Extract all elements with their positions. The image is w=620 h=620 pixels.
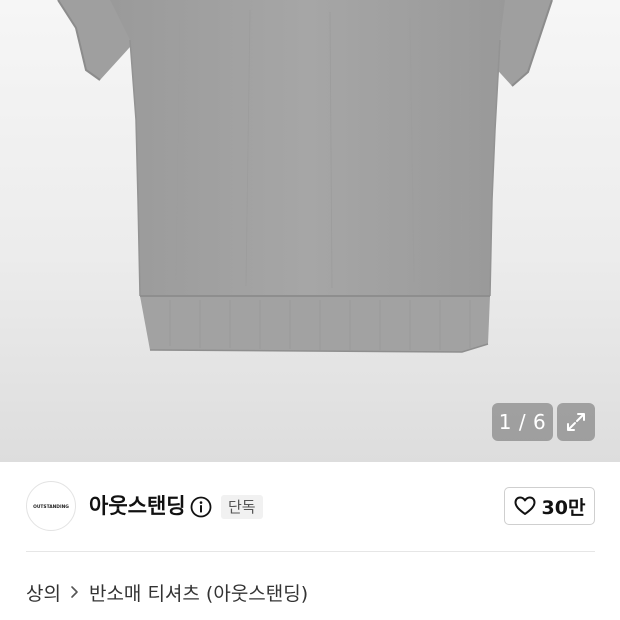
like-button[interactable]: 30만 [504, 487, 595, 525]
divider [26, 551, 595, 552]
like-count: 30만 [541, 496, 586, 519]
brand-row: OUTSTANDING 아웃스탠딩 단독 30만 [0, 462, 620, 552]
breadcrumb-item-subcategory[interactable]: 반소매 티셔츠 (아웃스탠딩) [89, 579, 308, 606]
expand-arrows-icon [567, 413, 585, 431]
breadcrumb-item-category[interactable]: 상의 [26, 579, 61, 606]
expand-image-button[interactable] [557, 403, 595, 441]
breadcrumb: 상의 반소매 티셔츠 (아웃스탠딩) [26, 578, 308, 606]
brand-logo-wordmark: OUTSTANDING [33, 504, 69, 510]
exclusive-badge: 단독 [221, 495, 263, 519]
brand-logo[interactable]: OUTSTANDING [26, 481, 76, 531]
info-icon[interactable] [190, 496, 212, 518]
image-counter: 1 / 6 [492, 403, 553, 441]
product-photo[interactable] [0, 0, 620, 462]
chevron-right-icon [70, 585, 79, 599]
svg-text:OUTSTANDING: OUTSTANDING [33, 504, 69, 510]
product-image-gallery[interactable]: 1 / 6 [0, 0, 620, 462]
heart-outline-icon [514, 496, 536, 515]
brand-name[interactable]: 아웃스탠딩 [89, 491, 186, 521]
